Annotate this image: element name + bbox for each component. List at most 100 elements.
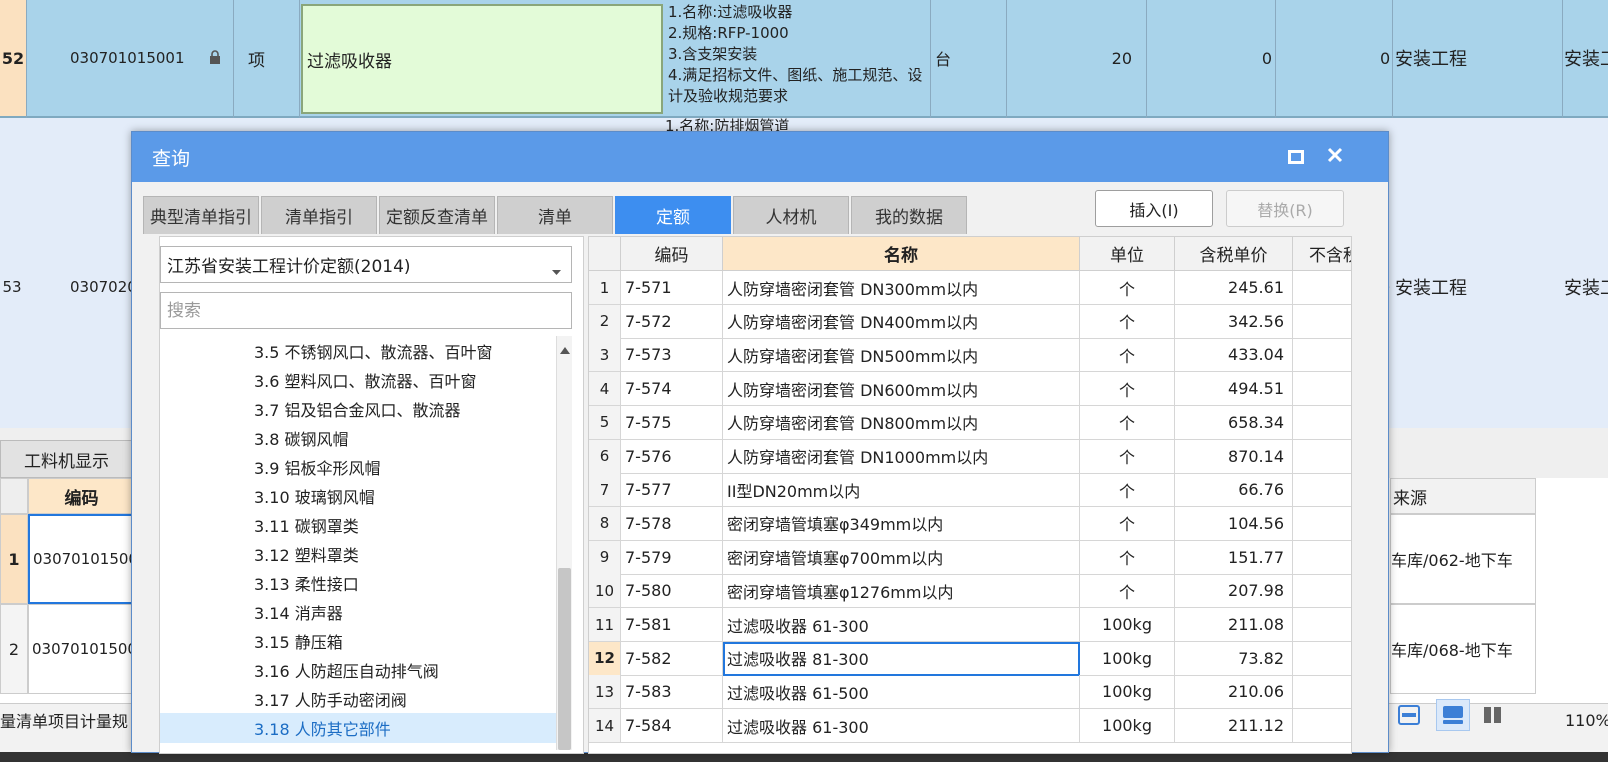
cell-unit[interactable]: 个 xyxy=(1080,338,1175,373)
cell-name[interactable]: 人防穿墙密闭套管 DN500mm以内 xyxy=(723,338,1080,373)
tab-bill[interactable]: 清单 xyxy=(497,196,613,234)
cell-tax-excl-price[interactable] xyxy=(1293,507,1351,541)
cell-code[interactable]: 7-582 xyxy=(621,641,723,676)
header-tax-incl-price[interactable]: 含税单价 xyxy=(1175,237,1293,271)
cell-tax-incl-price[interactable]: 494.51 xyxy=(1175,372,1293,407)
cell-tax-incl-price[interactable]: 73.82 xyxy=(1175,641,1293,676)
cell-tax-incl-price[interactable]: 211.08 xyxy=(1175,608,1293,642)
cell-tax-excl-price[interactable] xyxy=(1293,440,1351,474)
cell-code[interactable]: 7-574 xyxy=(621,372,723,407)
bill-row-52[interactable]: 52 030701015001 项 过滤吸收器 1.名称:过滤吸收器 2.规格:… xyxy=(0,0,1608,118)
cell-tax-excl-price[interactable] xyxy=(1293,338,1351,373)
tree-item[interactable]: 3.12 塑料罩类 xyxy=(160,539,556,569)
tree-item[interactable]: 3.9 铝板伞形风帽 xyxy=(160,452,556,482)
quota-library-select[interactable]: 江苏省安装工程计价定额(2014) xyxy=(160,246,572,283)
layout-split-icon[interactable] xyxy=(1436,699,1470,731)
cell-unit[interactable]: 个 xyxy=(1080,506,1175,541)
tree-item[interactable]: 3.6 塑料风口、散流器、百叶窗 xyxy=(160,365,556,395)
cell-name[interactable]: II型DN20mm以内 xyxy=(723,473,1080,508)
header-name[interactable]: 名称 xyxy=(723,237,1080,271)
bottom-row-code[interactable]: 03070101500 xyxy=(28,604,135,694)
cell-unit[interactable]: 个 xyxy=(1080,473,1175,508)
cell-tax-excl-price[interactable] xyxy=(1293,675,1351,710)
cell-code[interactable]: 7-571 xyxy=(621,271,723,305)
cell-unit[interactable]: 个 xyxy=(1080,304,1175,339)
cell-tax-incl-price[interactable]: 211.12 xyxy=(1175,709,1293,744)
cell-name[interactable]: 人防穿墙密闭套管 DN300mm以内 xyxy=(723,271,1080,305)
tab-quota-reverse-bill[interactable]: 定额反查清单 xyxy=(379,196,495,234)
cell-name[interactable]: 人防穿墙密闭套管 DN600mm以内 xyxy=(723,372,1080,407)
cell-code[interactable]: 7-575 xyxy=(621,405,723,440)
tree-item-selected[interactable]: 3.18 人防其它部件 xyxy=(160,713,556,743)
cell-unit[interactable]: 个 xyxy=(1080,405,1175,440)
cell-tax-incl-price[interactable]: 104.56 xyxy=(1175,506,1293,541)
bottom-row-code[interactable]: 03070101500 xyxy=(28,514,135,604)
row-name[interactable]: 过滤吸收器 xyxy=(301,4,663,114)
tab-quota[interactable]: 定额 xyxy=(615,196,731,234)
scroll-thumb[interactable] xyxy=(558,568,571,750)
tab-labor-material-machine[interactable]: 人材机 xyxy=(733,196,849,234)
cell-tax-incl-price[interactable]: 245.61 xyxy=(1175,271,1293,305)
tree-item[interactable]: 3.14 消声器 xyxy=(160,597,556,627)
cell-code[interactable]: 7-580 xyxy=(621,574,723,609)
layout-rows-icon[interactable] xyxy=(1392,699,1426,731)
cell-unit[interactable]: 个 xyxy=(1080,372,1175,407)
cell-name[interactable]: 密闭穿墙管填塞φ700mm以内 xyxy=(723,540,1080,575)
cell-tax-incl-price[interactable]: 342.56 xyxy=(1175,304,1293,339)
cell-unit[interactable]: 个 xyxy=(1080,540,1175,575)
cell-code[interactable]: 7-573 xyxy=(621,338,723,373)
cell-unit[interactable]: 个 xyxy=(1080,439,1175,474)
header-tax-excl-price[interactable]: 不含税 xyxy=(1293,237,1351,271)
cell-name[interactable]: 过滤吸收器 61-500 xyxy=(723,675,1080,710)
cell-unit[interactable]: 100kg xyxy=(1080,608,1175,642)
tree-item[interactable]: 3.11 碳钢罩类 xyxy=(160,510,556,540)
search-input[interactable] xyxy=(160,292,572,329)
cell-name[interactable]: 过滤吸收器 81-300 xyxy=(723,641,1080,676)
cell-unit[interactable]: 100kg xyxy=(1080,675,1175,710)
cell-tax-excl-price[interactable] xyxy=(1293,372,1351,407)
cell-tax-excl-price[interactable] xyxy=(1293,541,1351,575)
cell-unit[interactable]: 个 xyxy=(1080,574,1175,609)
cell-name[interactable]: 过滤吸收器 61-300 xyxy=(723,608,1080,642)
replace-button[interactable]: 替换(R) xyxy=(1226,190,1344,227)
cell-code[interactable]: 7-583 xyxy=(621,675,723,710)
tree-item[interactable]: 3.5 不锈钢风口、散流器、百叶窗 xyxy=(160,336,556,366)
cell-tax-incl-price[interactable]: 433.04 xyxy=(1175,338,1293,373)
header-unit[interactable]: 单位 xyxy=(1080,237,1175,271)
cell-tax-excl-price[interactable] xyxy=(1293,406,1351,440)
tree-item[interactable]: 3.13 柔性接口 xyxy=(160,568,556,598)
tree-item[interactable]: 3.16 人防超压自动排气阀 xyxy=(160,655,556,685)
tab-typical-bill-guide[interactable]: 典型清单指引 xyxy=(143,196,259,234)
layout-columns-icon[interactable] xyxy=(1476,699,1510,731)
tree-item[interactable]: 3.10 玻璃钢风帽 xyxy=(160,481,556,511)
cell-unit[interactable]: 100kg xyxy=(1080,709,1175,744)
dialog-titlebar[interactable]: 查询 xyxy=(132,132,1388,182)
cell-tax-excl-price[interactable] xyxy=(1293,709,1351,744)
tree-item[interactable]: 3.7 铝及铝合金风口、散流器 xyxy=(160,394,556,424)
tab-bill-guide[interactable]: 清单指引 xyxy=(261,196,377,234)
cell-code[interactable]: 7-584 xyxy=(621,709,723,744)
zoom-level[interactable]: 110% xyxy=(1565,704,1608,736)
cell-code[interactable]: 7-577 xyxy=(621,473,723,508)
cell-code[interactable]: 7-572 xyxy=(621,304,723,339)
cell-unit[interactable]: 个 xyxy=(1080,271,1175,305)
cell-tax-incl-price[interactable]: 210.06 xyxy=(1175,675,1293,710)
cell-name[interactable]: 密闭穿墙管填塞φ349mm以内 xyxy=(723,506,1080,541)
cell-tax-excl-price[interactable] xyxy=(1293,473,1351,508)
cell-tax-excl-price[interactable] xyxy=(1293,574,1351,609)
cell-code[interactable]: 7-579 xyxy=(621,540,723,575)
cell-tax-incl-price[interactable]: 207.98 xyxy=(1175,574,1293,609)
tree-item[interactable]: 3.8 碳钢风帽 xyxy=(160,423,556,453)
cell-name[interactable]: 密闭穿墙管填塞φ1276mm以内 xyxy=(723,574,1080,609)
cell-code[interactable]: 7-578 xyxy=(621,506,723,541)
cell-name[interactable]: 人防穿墙密闭套管 DN400mm以内 xyxy=(723,304,1080,339)
insert-button[interactable]: 插入(I) xyxy=(1095,190,1213,227)
cell-tax-incl-price[interactable]: 66.76 xyxy=(1175,473,1293,508)
cell-tax-excl-price[interactable] xyxy=(1293,271,1351,305)
cell-name[interactable]: 过滤吸收器 61-300 xyxy=(723,709,1080,744)
cell-unit[interactable]: 100kg xyxy=(1080,641,1175,676)
cell-tax-excl-price[interactable] xyxy=(1293,305,1351,339)
tab-my-data[interactable]: 我的数据 xyxy=(851,196,967,234)
cell-name[interactable]: 人防穿墙密闭套管 DN1000mm以内 xyxy=(723,439,1080,474)
tab-labor-machine-display[interactable]: 工料机显示 xyxy=(0,440,133,478)
